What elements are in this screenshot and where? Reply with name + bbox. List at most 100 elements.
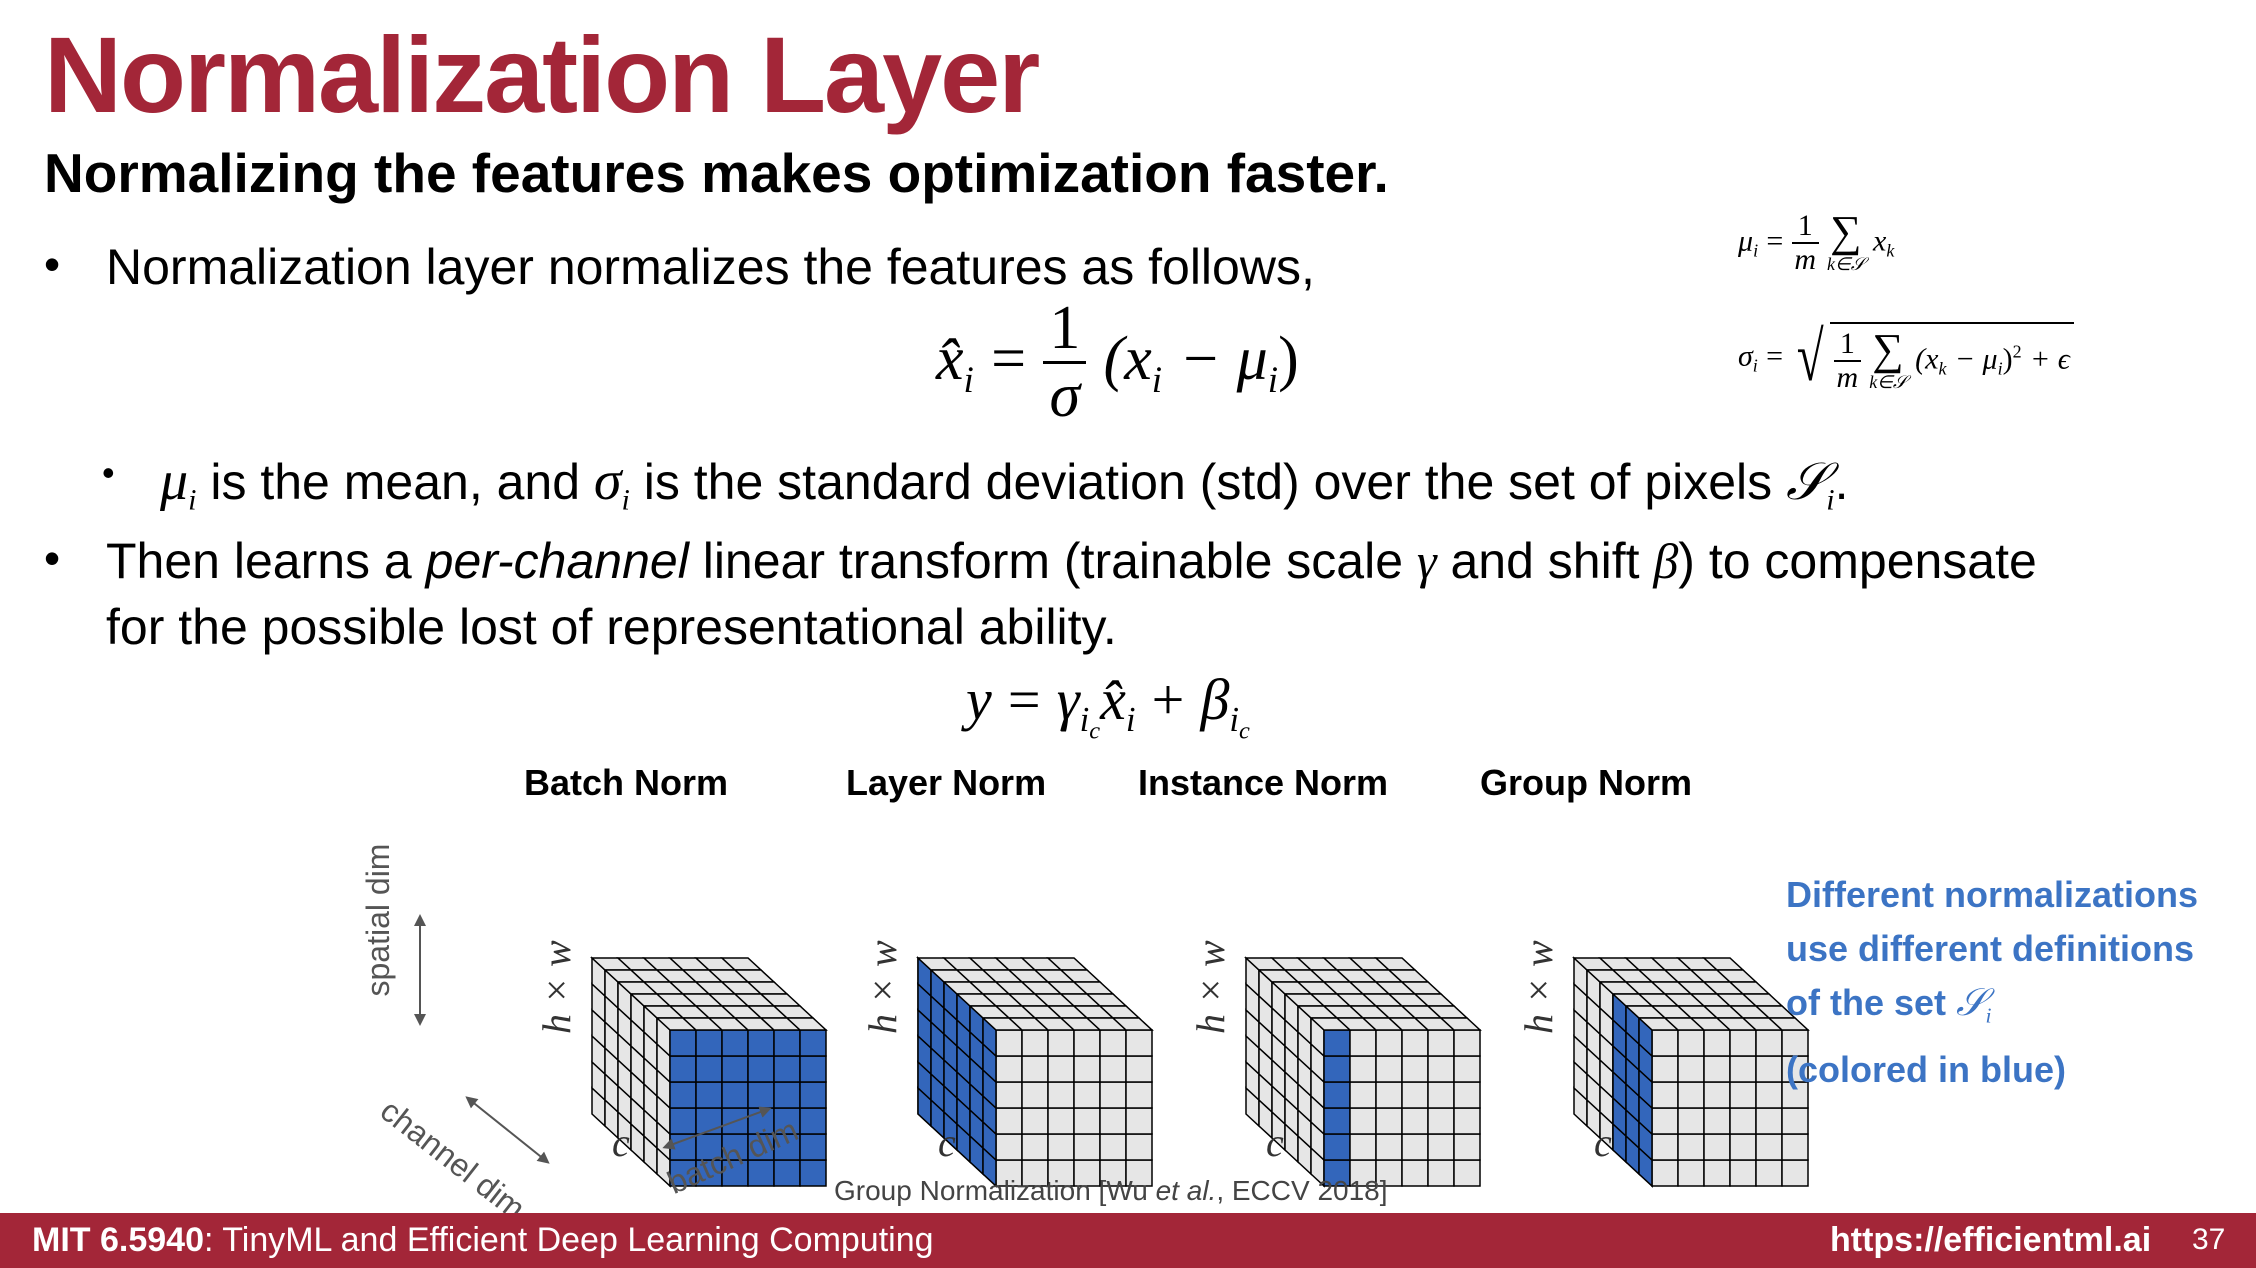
cube-cell: [1427, 1159, 1455, 1187]
cube-cell: [1703, 1081, 1731, 1109]
cube-cell: [721, 1029, 749, 1057]
cube-cell: [1125, 1081, 1153, 1109]
n-axis-label: n: [1414, 1198, 1434, 1213]
cube-cell: [1047, 1055, 1075, 1083]
citation: Group Normalization [Wu et al., ECCV 201…: [834, 1175, 1388, 1206]
cube-cell: [773, 1055, 801, 1083]
cube-cell: [1021, 1133, 1049, 1161]
cube-cell: [1729, 1107, 1757, 1135]
cube-cell: [1401, 1081, 1429, 1109]
cube-cell: [995, 1081, 1023, 1109]
hw-axis-label: h × w: [1516, 940, 1561, 1034]
c-axis-label: c: [612, 1120, 630, 1165]
cube-cell: [1047, 1029, 1075, 1057]
cube-cell: [1401, 1107, 1429, 1135]
cube-cell: [1755, 1055, 1783, 1083]
cube-cell: [1677, 1029, 1705, 1057]
cube-cell: [1703, 1029, 1731, 1057]
c-axis-label: c: [938, 1120, 956, 1165]
cube-cell: [995, 1055, 1023, 1083]
cube-cell: [1729, 1055, 1757, 1083]
cube-cell: [1729, 1081, 1757, 1109]
cube-cell: [1375, 1107, 1403, 1135]
cube-cell: [1755, 1029, 1783, 1057]
cube-cell: [669, 1081, 697, 1109]
cube-cell: [1453, 1133, 1481, 1161]
cube-cell: [1375, 1133, 1403, 1161]
cube-cell: [1073, 1107, 1101, 1135]
n-axis-label: n: [760, 1198, 780, 1213]
cube-cell: [1453, 1159, 1481, 1187]
cube-cell: [799, 1133, 827, 1161]
cube-cell: [1427, 1133, 1455, 1161]
cube-cell: [1651, 1107, 1679, 1135]
page-number: 37: [2192, 1223, 2226, 1256]
cube-cell: [995, 1029, 1023, 1057]
cube-cell: [1651, 1159, 1679, 1187]
cube-cell: [1453, 1107, 1481, 1135]
cube-cell: [695, 1029, 723, 1057]
spatial-dim-label: spatial dim: [360, 843, 396, 997]
cube-cell: [773, 1159, 801, 1187]
cube-cell: [1349, 1107, 1377, 1135]
channel-dim-arrow: [465, 1096, 550, 1164]
hw-axis-label: h × w: [534, 940, 579, 1034]
cube-cell: [1125, 1029, 1153, 1057]
cube-cell: [1375, 1029, 1403, 1057]
cube-cell: [799, 1055, 827, 1083]
side-note: Different normalizations use different d…: [1786, 874, 2199, 1090]
cube-cell: [721, 1055, 749, 1083]
cube-cell: [1677, 1081, 1705, 1109]
cube-cell: [1755, 1133, 1783, 1161]
cube-cell: [1729, 1159, 1757, 1187]
cube-cell: [1099, 1055, 1127, 1083]
cube-cell: [1401, 1159, 1429, 1187]
c-axis-label: c: [1266, 1120, 1284, 1165]
cube-cell: [695, 1055, 723, 1083]
cube-cell: [747, 1029, 775, 1057]
cube-cell: [1073, 1081, 1101, 1109]
cube-cell: [1703, 1133, 1731, 1161]
cube-cell: [1349, 1055, 1377, 1083]
cube-cell: [1323, 1081, 1351, 1109]
cube-cell: [773, 1029, 801, 1057]
cube-cell: [1021, 1055, 1049, 1083]
cube-cell: [799, 1107, 827, 1135]
cube-cell: [1427, 1107, 1455, 1135]
cube-cell: [1427, 1081, 1455, 1109]
cube-cell: [1125, 1133, 1153, 1161]
cube-cell: [799, 1029, 827, 1057]
cube-cell: [995, 1133, 1023, 1161]
cube-cell: [1729, 1133, 1757, 1161]
cube-cell: [1099, 1107, 1127, 1135]
cube-cell: [1099, 1133, 1127, 1161]
cube-cell: [669, 1055, 697, 1083]
cube-cell: [1677, 1107, 1705, 1135]
cube-cell: [747, 1055, 775, 1083]
cube-cell: [1755, 1081, 1783, 1109]
cube-cell: [995, 1107, 1023, 1135]
cube-cell: [1781, 1159, 1809, 1187]
cube-cell: [1125, 1107, 1153, 1135]
cube-cell: [1349, 1029, 1377, 1057]
cube-cell: [1781, 1107, 1809, 1135]
cube-cell: [669, 1107, 697, 1135]
cube-cell: [1073, 1055, 1101, 1083]
cube-cell: [1651, 1055, 1679, 1083]
cube-cell: [1375, 1055, 1403, 1083]
footer-bar: MIT 6.5940: TinyML and Efficient Deep Le…: [0, 1213, 2256, 1268]
cube-cell: [721, 1081, 749, 1109]
cube-cell: [1323, 1133, 1351, 1161]
cube-cell: [1453, 1055, 1481, 1083]
cube-cell: [1323, 1029, 1351, 1057]
footer-url-link[interactable]: https://efficientml.ai: [1830, 1221, 2151, 1260]
cube-cell: [1703, 1055, 1731, 1083]
cube-cell: [669, 1029, 697, 1057]
cube-cell: [1047, 1107, 1075, 1135]
c-axis-label: c: [1594, 1120, 1612, 1165]
cube-cell: [747, 1081, 775, 1109]
cube-cell: [1453, 1081, 1481, 1109]
cube-cell: [773, 1081, 801, 1109]
cube-cell: [1755, 1159, 1783, 1187]
cube-cell: [1323, 1055, 1351, 1083]
